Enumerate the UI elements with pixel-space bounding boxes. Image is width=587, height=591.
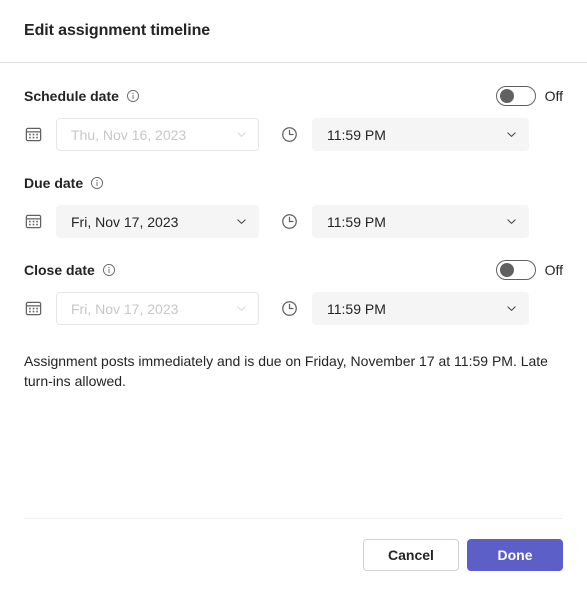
due-date-inputs-row: Fri, Nov 17, 2023 11:59 PM xyxy=(24,205,563,238)
schedule-date-toggle-label: Off xyxy=(544,88,563,104)
info-icon[interactable] xyxy=(126,89,140,103)
dialog-title: Edit assignment timeline xyxy=(24,22,211,39)
schedule-date-picker[interactable]: Thu, Nov 16, 2023 xyxy=(56,118,259,151)
close-date-inputs-row: Fri, Nov 17, 2023 11:59 PM xyxy=(24,292,563,325)
timeline-summary-text: Assignment posts immediately and is due … xyxy=(24,353,548,389)
chevron-down-icon xyxy=(505,302,518,315)
chevron-down-icon xyxy=(235,215,248,228)
due-time-picker[interactable]: 11:59 PM xyxy=(312,205,529,238)
clock-icon xyxy=(280,125,312,144)
schedule-time-picker[interactable]: 11:59 PM xyxy=(312,118,529,151)
due-date-value: Fri, Nov 17, 2023 xyxy=(71,213,179,230)
close-date-toggle-wrap: Off xyxy=(495,260,563,280)
info-icon[interactable] xyxy=(102,263,116,277)
dialog-header: Edit assignment timeline xyxy=(0,0,587,63)
close-time-picker[interactable]: 11:59 PM xyxy=(312,292,529,325)
calendar-icon xyxy=(24,212,56,231)
close-time-value: 11:59 PM xyxy=(327,300,386,317)
toggle-knob xyxy=(499,89,514,103)
close-date-value: Fri, Nov 17, 2023 xyxy=(71,300,179,317)
close-date-label-row: Close date Off xyxy=(24,259,563,281)
schedule-date-toggle-wrap: Off xyxy=(495,86,563,106)
calendar-icon xyxy=(24,299,56,318)
due-date-label: Due date xyxy=(24,175,84,191)
schedule-date-value: Thu, Nov 16, 2023 xyxy=(71,126,187,143)
clock-icon xyxy=(280,212,312,231)
clock-icon xyxy=(280,299,312,318)
close-date-toggle-label: Off xyxy=(544,262,563,278)
schedule-date-label-row: Schedule date Off xyxy=(24,85,563,107)
field-group-close-date: Close date Off Fri, Nov 17, 2023 11:59 P… xyxy=(24,259,563,325)
chevron-down-icon xyxy=(235,128,248,141)
chevron-down-icon xyxy=(235,302,248,315)
footer-actions: Cancel Done xyxy=(24,519,563,591)
due-date-label-row: Due date xyxy=(24,172,563,194)
chevron-down-icon xyxy=(505,128,518,141)
schedule-time-value: 11:59 PM xyxy=(327,126,386,143)
schedule-date-label: Schedule date xyxy=(24,88,119,104)
due-date-picker[interactable]: Fri, Nov 17, 2023 xyxy=(56,205,259,238)
done-button[interactable]: Done xyxy=(467,539,563,571)
cancel-button[interactable]: Cancel xyxy=(363,539,459,571)
schedule-date-toggle[interactable] xyxy=(495,86,536,106)
dialog-footer: Cancel Done xyxy=(0,518,587,591)
field-group-due-date: Due date Fri, Nov 17, 2023 11:59 PM xyxy=(24,172,563,238)
toggle-knob xyxy=(499,263,514,277)
edit-assignment-timeline-dialog: Edit assignment timeline Schedule date O… xyxy=(0,0,587,591)
close-date-picker[interactable]: Fri, Nov 17, 2023 xyxy=(56,292,259,325)
schedule-date-inputs-row: Thu, Nov 16, 2023 11:59 PM xyxy=(24,118,563,151)
close-date-toggle[interactable] xyxy=(495,260,536,280)
calendar-icon xyxy=(24,125,56,144)
chevron-down-icon xyxy=(505,215,518,228)
dialog-body: Schedule date Off Thu, Nov 16, 2023 11:5… xyxy=(0,63,587,518)
due-time-value: 11:59 PM xyxy=(327,213,386,230)
field-group-schedule-date: Schedule date Off Thu, Nov 16, 2023 11:5… xyxy=(24,85,563,151)
info-icon[interactable] xyxy=(90,176,104,190)
close-date-label: Close date xyxy=(24,262,95,278)
